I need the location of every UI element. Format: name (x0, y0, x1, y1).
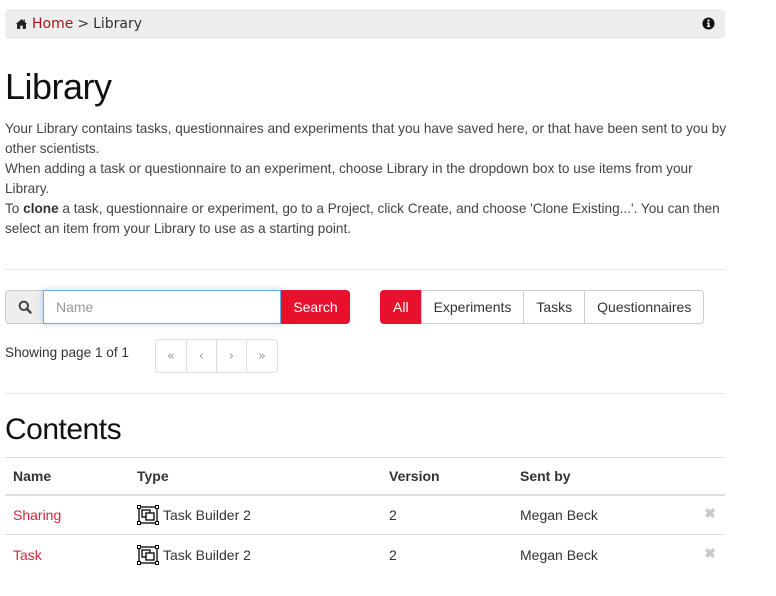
filter-tasks-button[interactable]: Tasks (523, 290, 586, 324)
filter-all-button[interactable]: All (380, 290, 422, 324)
divider (5, 269, 725, 270)
cell-type: Task Builder 2 (129, 494, 381, 535)
column-header-actions (682, 457, 725, 496)
intro-clone-keyword: clone (23, 201, 59, 216)
table-row: Task Task Builder 2 2 Megan Beck (5, 534, 725, 575)
intro-line-3: To clone a task, questionnaire or experi… (5, 199, 729, 239)
remove-icon[interactable] (703, 546, 717, 560)
column-header-sent-by: Sent by (512, 457, 682, 496)
home-icon (15, 19, 28, 29)
item-name-link[interactable]: Sharing (13, 507, 61, 523)
filter-questionnaires-button[interactable]: Questionnaires (584, 290, 705, 324)
contents-table: Name Type Version Sent by Sharing Task B… (5, 457, 725, 575)
intro-line-3-suffix: a task, questionnaire or experiment, go … (5, 201, 720, 236)
next-page-button[interactable]: › (216, 339, 247, 373)
divider (5, 393, 725, 394)
intro-line-2: When adding a task or questionnaire to a… (5, 161, 693, 196)
cell-name: Task (5, 534, 129, 575)
intro-line-3-prefix: To (5, 201, 24, 216)
page-title: Library (5, 66, 112, 107)
item-type: Task Builder 2 (163, 546, 251, 563)
cell-type: Task Builder 2 (129, 534, 381, 575)
item-sent-by: Megan Beck (512, 534, 682, 575)
info-circle-icon[interactable] (702, 17, 715, 30)
search-button[interactable]: Search (281, 290, 350, 324)
pagination: « ‹ › » (155, 339, 278, 373)
column-header-type: Type (129, 457, 381, 496)
prev-page-button[interactable]: ‹ (186, 339, 217, 373)
item-name-link[interactable]: Task (13, 547, 42, 563)
table-row: Sharing Task Builder 2 2 Megan Beck (5, 494, 725, 535)
column-header-version: Version (381, 457, 512, 496)
table-header-row: Name Type Version Sent by (5, 457, 725, 496)
cell-actions (682, 534, 725, 575)
cell-actions (682, 494, 725, 535)
item-sent-by: Megan Beck (512, 494, 682, 535)
filter-experiments-button[interactable]: Experiments (420, 290, 525, 324)
search-addon (5, 290, 43, 324)
intro-line-1: Your Library contains tasks, questionnai… (5, 121, 727, 156)
filter-group: All Experiments Tasks Questionnaires (380, 290, 705, 324)
last-page-button[interactable]: » (246, 339, 278, 373)
first-page-button[interactable]: « (155, 339, 187, 373)
item-version: 2 (381, 534, 512, 575)
breadcrumb: Home > Library (5, 9, 725, 39)
search-icon (18, 300, 32, 314)
contents-title: Contents (5, 413, 122, 446)
breadcrumb-current: Library (93, 16, 143, 32)
search-input[interactable] (43, 290, 281, 324)
breadcrumb-home-link[interactable]: Home (32, 16, 73, 32)
cell-name: Sharing (5, 494, 129, 535)
intro-text: Your Library contains tasks, questionnai… (5, 119, 729, 239)
column-header-name: Name (5, 457, 129, 496)
item-type: Task Builder 2 (163, 506, 251, 523)
remove-icon[interactable] (703, 506, 717, 520)
page-status: Showing page 1 of 1 (5, 345, 129, 360)
task-builder-icon (137, 544, 159, 565)
search-group: Search (5, 290, 350, 324)
task-builder-icon (137, 504, 159, 525)
item-version: 2 (381, 494, 512, 535)
breadcrumb-separator: > (77, 16, 90, 32)
